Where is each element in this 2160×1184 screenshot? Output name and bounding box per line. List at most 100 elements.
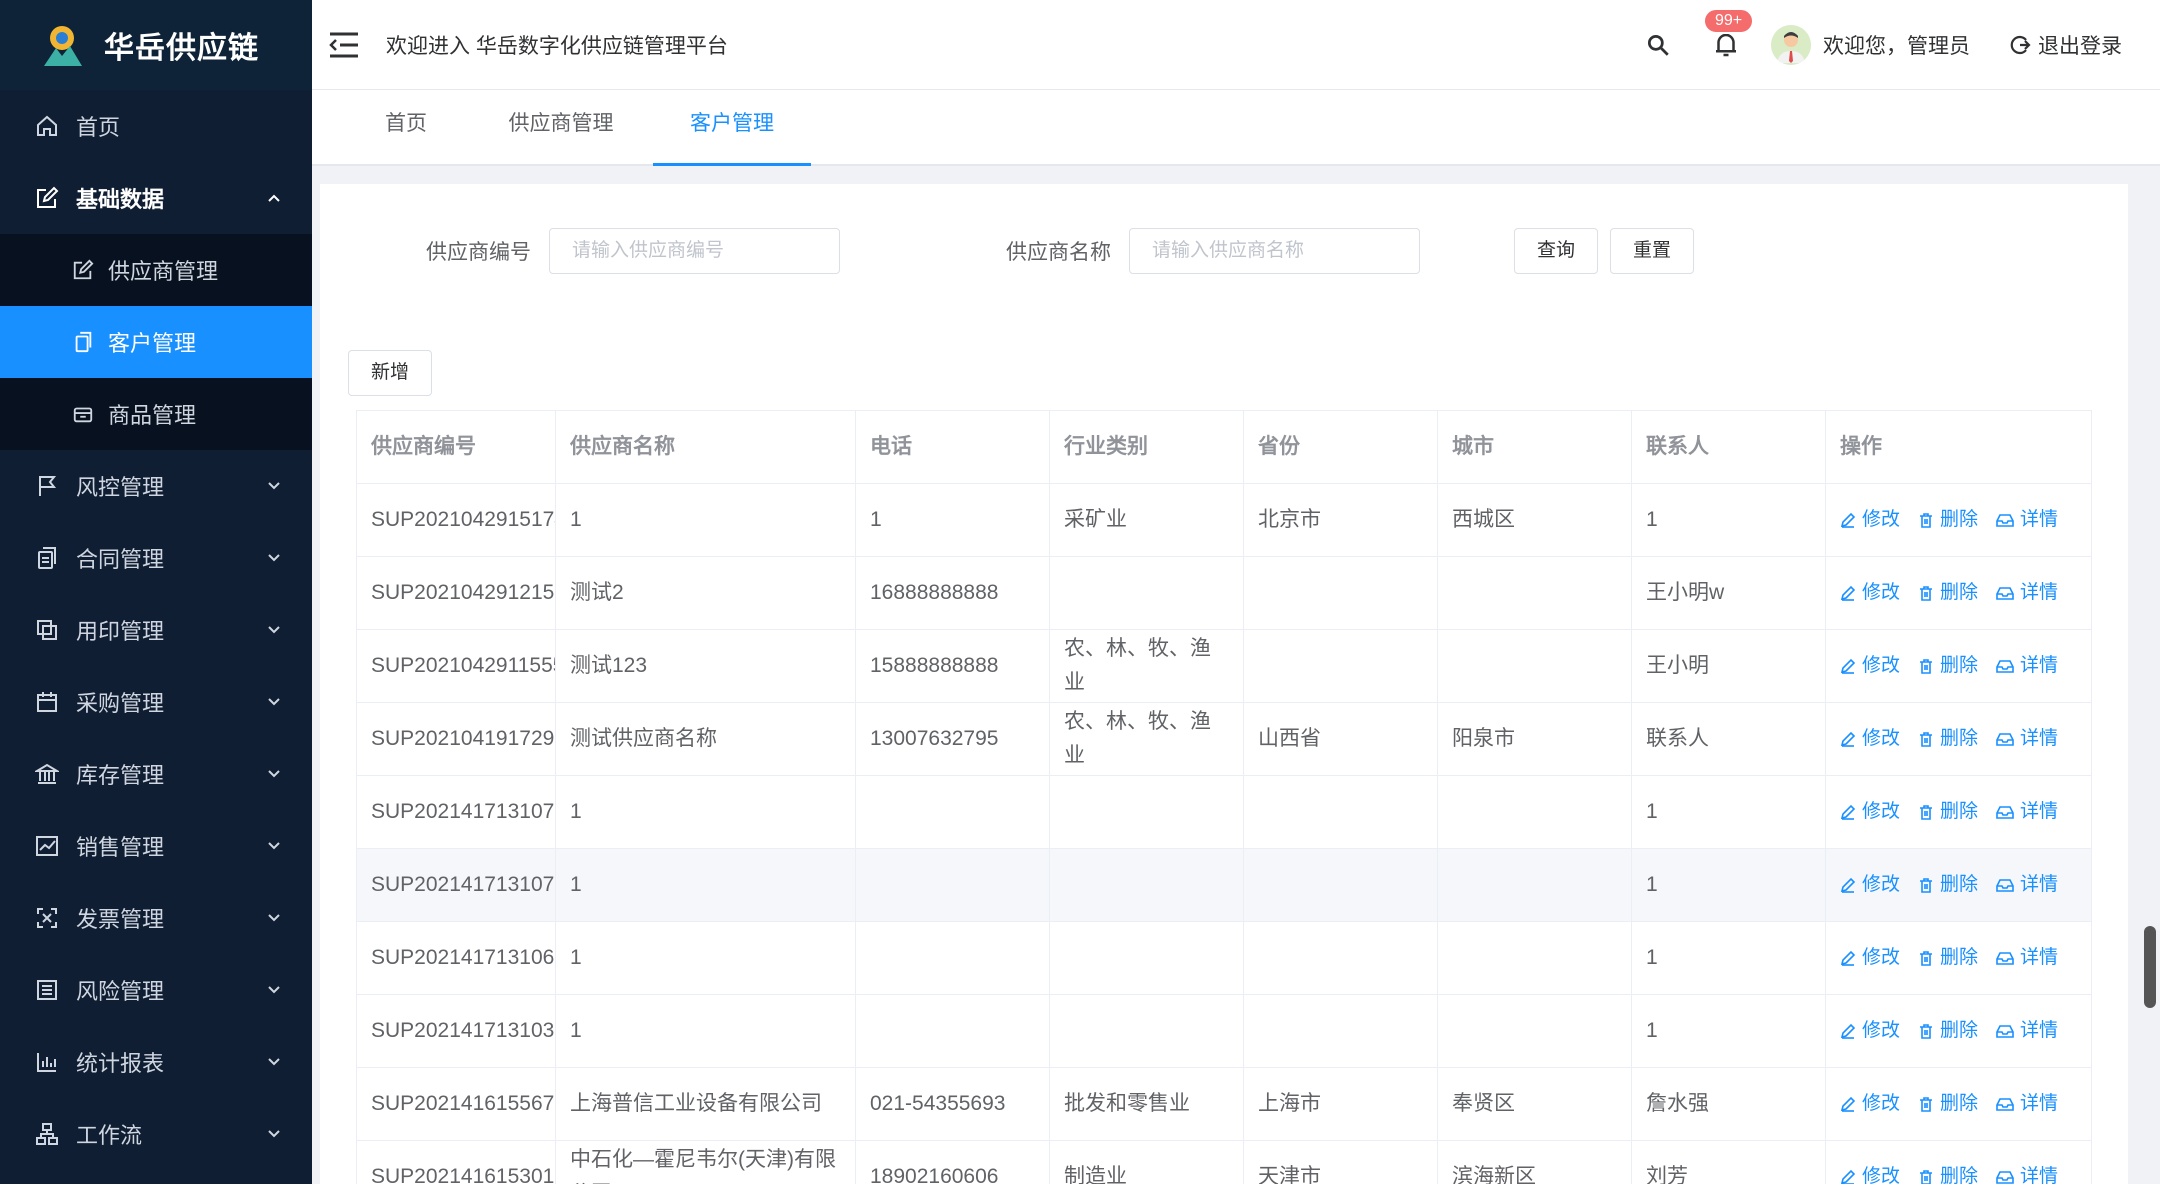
- sidebar-item-label: 基础数据: [76, 187, 165, 212]
- supplier-name-input[interactable]: 请输入供应商名称: [1129, 228, 1420, 274]
- delete-button[interactable]: 删除: [1918, 795, 1978, 829]
- edit-button[interactable]: 修改: [1840, 649, 1900, 683]
- column-header: 省份: [1244, 411, 1438, 483]
- column-header: 操作: [1826, 411, 2092, 483]
- detail-button[interactable]: 详情: [1996, 795, 2058, 829]
- detail-button[interactable]: 详情: [1996, 649, 2058, 683]
- edit-button[interactable]: 修改: [1840, 722, 1900, 756]
- detail-button[interactable]: 详情: [1996, 1087, 2058, 1121]
- sidebar-item-basic-data[interactable]: 基础数据: [0, 162, 312, 234]
- column-header: 联系人: [1632, 411, 1826, 483]
- cell-actions: 修改 删除 详情: [1826, 703, 2092, 775]
- edit-label: 修改: [1862, 1166, 1901, 1184]
- delete-button[interactable]: 删除: [1918, 1160, 1978, 1184]
- logo[interactable]: 华岳供应链: [0, 0, 312, 90]
- detail-button[interactable]: 详情: [1996, 576, 2058, 610]
- edit-button[interactable]: 修改: [1840, 1160, 1900, 1184]
- detail-button[interactable]: 详情: [1996, 1160, 2058, 1184]
- chevron-down-icon: [268, 554, 280, 562]
- detail-button[interactable]: 详情: [1996, 941, 2058, 975]
- tray-icon: [1996, 514, 2014, 527]
- edit-label: 修改: [1862, 728, 1901, 749]
- sidebar-item-seal[interactable]: 用印管理: [0, 594, 312, 666]
- sidebar-item-goods[interactable]: 商品管理: [0, 378, 312, 450]
- delete-button[interactable]: 删除: [1918, 868, 1978, 902]
- menu-fold-icon[interactable]: [328, 31, 360, 59]
- page-scrollbar[interactable]: [2144, 926, 2156, 1008]
- detail-button[interactable]: 详情: [1996, 722, 2058, 756]
- sidebar-item-customer[interactable]: 客户管理: [0, 306, 312, 378]
- query-button[interactable]: 查询: [1514, 228, 1598, 274]
- sidebar-item-home[interactable]: 首页: [0, 90, 312, 162]
- edit-icon: [1840, 1023, 1856, 1039]
- delete-button[interactable]: 删除: [1918, 503, 1978, 537]
- tray-icon: [1996, 587, 2014, 600]
- logout-button[interactable]: 退出登录: [2008, 30, 2122, 60]
- cell-phone: 13007632795: [856, 703, 1050, 775]
- edit-button[interactable]: 修改: [1840, 1014, 1900, 1048]
- edit-label: 修改: [1862, 509, 1901, 530]
- delete-label: 删除: [1940, 947, 1979, 968]
- tab-home[interactable]: 首页: [362, 90, 450, 166]
- delete-label: 删除: [1940, 1166, 1979, 1184]
- cell-contact: 1: [1632, 776, 1826, 848]
- supplier-code-input[interactable]: 请输入供应商编号: [549, 228, 840, 274]
- bell-icon: [1716, 33, 1736, 57]
- sidebar-item-workflow[interactable]: 工作流: [0, 1098, 312, 1170]
- edit-button[interactable]: 修改: [1840, 1087, 1900, 1121]
- edit-button[interactable]: 修改: [1840, 868, 1900, 902]
- column-header: 城市: [1438, 411, 1632, 483]
- detail-button[interactable]: 详情: [1996, 868, 2058, 902]
- trash-icon: [1920, 1097, 1933, 1112]
- delete-button[interactable]: 删除: [1918, 722, 1978, 756]
- delete-button[interactable]: 删除: [1918, 1087, 1978, 1121]
- detail-button[interactable]: 详情: [1996, 1014, 2058, 1048]
- delete-label: 删除: [1940, 655, 1979, 676]
- delete-label: 删除: [1940, 509, 1979, 530]
- detail-button[interactable]: 详情: [1996, 503, 2058, 537]
- delete-button[interactable]: 删除: [1918, 649, 1978, 683]
- add-button[interactable]: 新增: [348, 350, 432, 396]
- cell-industry: 农、林、牧、渔业: [1050, 703, 1244, 775]
- sidebar-item-invoice[interactable]: 发票管理: [0, 882, 312, 954]
- delete-button[interactable]: 删除: [1918, 1014, 1978, 1048]
- cell-actions: 修改 删除 详情: [1826, 995, 2092, 1067]
- detail-label: 详情: [2020, 874, 2059, 895]
- edit-button[interactable]: 修改: [1840, 795, 1900, 829]
- cell-industry: [1050, 995, 1244, 1067]
- sidebar-item-sales[interactable]: 销售管理: [0, 810, 312, 882]
- delete-button[interactable]: 删除: [1918, 576, 1978, 610]
- sidebar-item-risk[interactable]: 风险管理: [0, 954, 312, 1026]
- edit-button[interactable]: 修改: [1840, 941, 1900, 975]
- cell-name: 中石化—霍尼韦尔(天津)有限公司: [556, 1141, 856, 1184]
- sidebar-item-risk-control[interactable]: 风控管理: [0, 450, 312, 522]
- cell-actions: 修改 删除 详情: [1826, 776, 2092, 848]
- cell-phone: 021-54355693: [856, 1068, 1050, 1140]
- delete-button[interactable]: 删除: [1918, 941, 1978, 975]
- sidebar-item-supplier[interactable]: 供应商管理: [0, 234, 312, 306]
- avatar[interactable]: [1771, 25, 1811, 65]
- sidebar-item-reports[interactable]: 统计报表: [0, 1026, 312, 1098]
- tab-customer[interactable]: 客户管理: [653, 90, 811, 166]
- user-greeting[interactable]: 欢迎您，管理员: [1823, 30, 1970, 60]
- notification-button[interactable]: 99+: [1703, 8, 1755, 60]
- sidebar-item-contract[interactable]: 合同管理: [0, 522, 312, 594]
- sidebar-item-purchase[interactable]: 采购管理: [0, 666, 312, 738]
- sidebar-item-inventory[interactable]: 库存管理: [0, 738, 312, 810]
- chevron-down-icon: [268, 626, 280, 634]
- edit-icon: [1840, 585, 1856, 601]
- detail-label: 详情: [2020, 1020, 2059, 1041]
- trash-icon: [1920, 951, 1933, 966]
- tab-supplier[interactable]: 供应商管理: [488, 90, 634, 166]
- delete-label: 删除: [1940, 582, 1979, 603]
- edit-button[interactable]: 修改: [1840, 576, 1900, 610]
- reset-button[interactable]: 重置: [1610, 228, 1694, 274]
- cell-province: [1244, 776, 1438, 848]
- search-icon[interactable]: [1645, 32, 1671, 58]
- chevron-up-icon: [268, 194, 280, 202]
- cell-industry: 制造业: [1050, 1141, 1244, 1184]
- cell-industry: [1050, 849, 1244, 921]
- edit-button[interactable]: 修改: [1840, 503, 1900, 537]
- edit-label: 修改: [1862, 874, 1901, 895]
- submenu-basic-data: 供应商管理 客户管理 商品管理: [0, 234, 312, 450]
